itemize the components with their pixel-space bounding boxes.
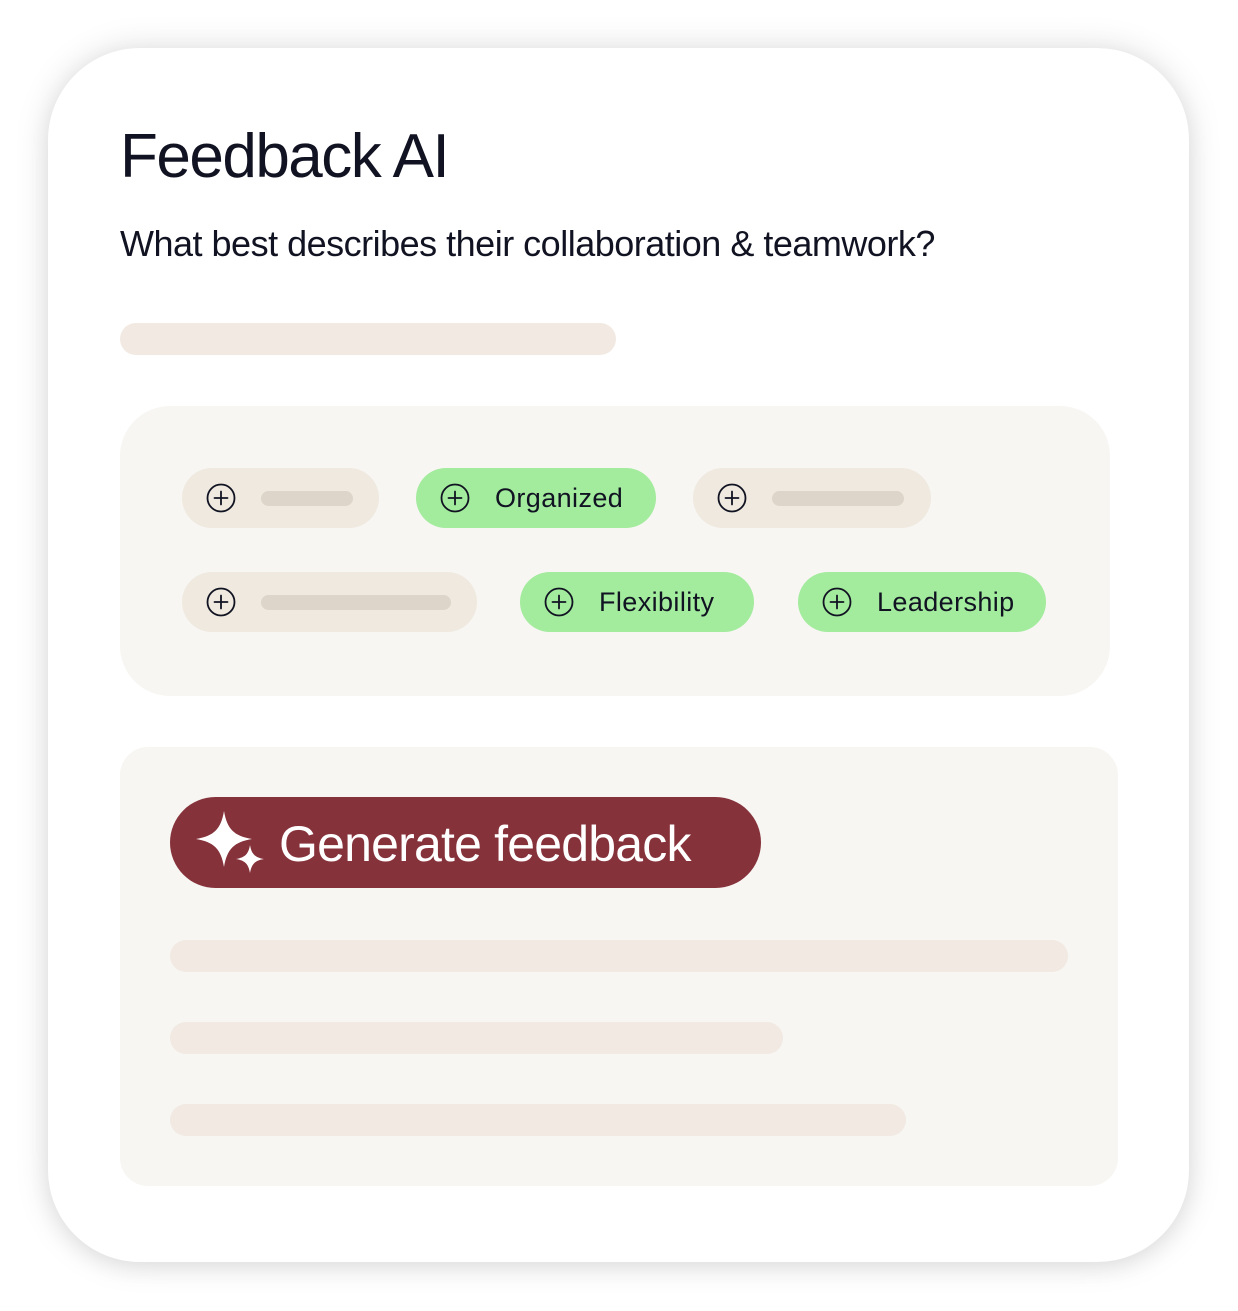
- page-title: Feedback AI: [120, 122, 450, 191]
- plus-circle-icon: [822, 587, 852, 617]
- tag-leadership[interactable]: Leadership: [798, 572, 1046, 632]
- question-text: What best describes their collaboration …: [120, 223, 935, 264]
- plus-circle-icon: [544, 587, 574, 617]
- tag-label: Organized: [495, 482, 624, 513]
- generate-feedback-button[interactable]: Generate feedback: [170, 797, 761, 888]
- tag-label: Leadership: [877, 586, 1015, 617]
- tag-flexibility[interactable]: Flexibility: [520, 572, 754, 632]
- tag-label: Flexibility: [599, 586, 715, 617]
- tag-panel: Organized Flexibility Leadership: [120, 406, 1110, 696]
- feedback-placeholder-line: [170, 1022, 783, 1054]
- generate-feedback-label: Generate feedback: [279, 816, 692, 872]
- tag-organized[interactable]: Organized: [416, 468, 656, 528]
- tag-label-placeholder: [261, 594, 451, 610]
- plus-circle-icon: [206, 483, 236, 513]
- tag-placeholder[interactable]: [693, 468, 931, 528]
- tag-placeholder[interactable]: [182, 468, 379, 528]
- feedback-panel: Generate feedback: [120, 747, 1118, 1186]
- plus-circle-icon: [717, 483, 747, 513]
- answer-placeholder-line: [120, 323, 616, 355]
- plus-circle-icon: [440, 483, 470, 513]
- tag-placeholder[interactable]: [182, 572, 477, 632]
- sparkle-icon: [196, 811, 264, 873]
- feedback-ai-card: Feedback AI What best describes their co…: [48, 48, 1189, 1262]
- tag-label-placeholder: [772, 490, 904, 506]
- feedback-placeholder-line: [170, 940, 1068, 972]
- plus-circle-icon: [206, 587, 236, 617]
- feedback-placeholder-line: [170, 1104, 906, 1136]
- tag-label-placeholder: [261, 490, 353, 506]
